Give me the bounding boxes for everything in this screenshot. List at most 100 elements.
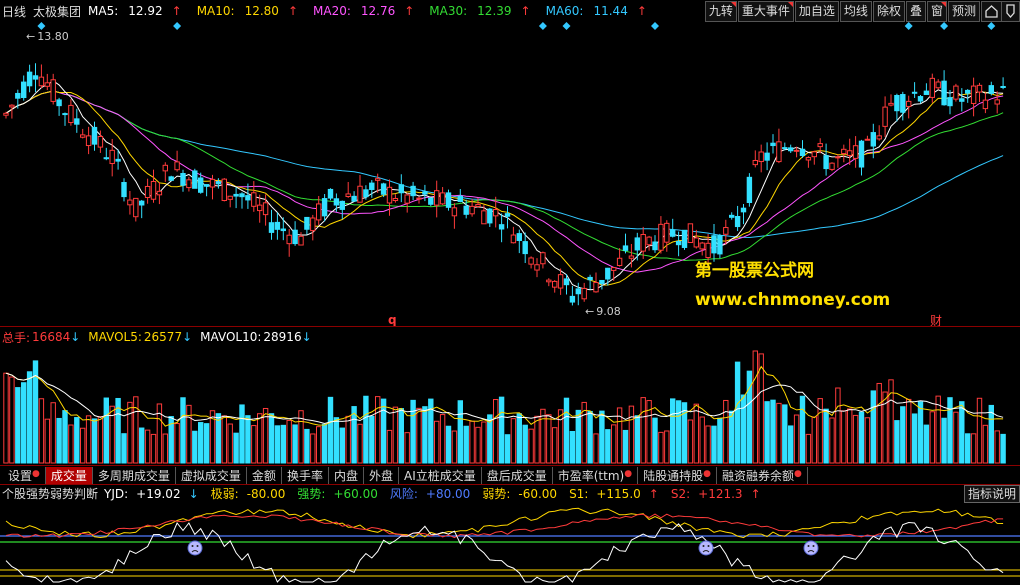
volume-bar xyxy=(80,427,86,464)
volume-chart[interactable] xyxy=(0,345,1020,465)
volume-bar xyxy=(380,398,387,464)
volume-bar xyxy=(369,415,375,464)
candle-body xyxy=(729,214,735,218)
candle-body xyxy=(723,227,729,235)
arrow-up-icon: ↑ xyxy=(636,4,647,18)
candle-body xyxy=(841,148,847,155)
candle-body xyxy=(569,295,576,303)
marker-icon xyxy=(787,2,793,7)
toolbar-button[interactable]: 九转 xyxy=(704,1,737,22)
tab-item[interactable]: 换手率 xyxy=(282,466,329,485)
volume-bar xyxy=(711,425,717,464)
volume-bar xyxy=(729,410,735,464)
ma-label: MA5: xyxy=(88,4,119,18)
dot-icon: ● xyxy=(703,468,711,479)
toolbar-button[interactable]: 加自选 xyxy=(794,1,839,22)
tab-item[interactable]: 设置● xyxy=(0,466,46,485)
volume-bar xyxy=(316,426,322,464)
period-label[interactable]: 日线 xyxy=(2,3,26,20)
volume-bar xyxy=(233,432,239,464)
candle-body xyxy=(546,279,552,283)
volume-bar xyxy=(274,425,281,464)
volume-bar xyxy=(599,410,605,464)
tab-item[interactable]: AI立桩成交量 xyxy=(399,466,482,485)
indicator-readout: 弱势: -60.00 xyxy=(482,487,558,501)
toolbar-button[interactable]: 叠 xyxy=(905,1,926,22)
volume-bar xyxy=(38,398,45,464)
volume-bar xyxy=(575,409,581,464)
volume-header: 总手: 16684 ↓ MAVOL5: 26577 ↓ MAVOL10: 289… xyxy=(2,329,312,345)
toolbar-button[interactable]: 窗 xyxy=(926,1,947,22)
ma-label: MA60: xyxy=(545,4,584,18)
volume-bar xyxy=(681,402,688,464)
candle-body xyxy=(487,208,493,224)
volume-bar xyxy=(652,417,658,464)
volume-bar xyxy=(929,411,935,464)
toolbar-button[interactable]: 预测 xyxy=(947,1,980,22)
tab-item[interactable]: 市盈率(ttm)● xyxy=(553,466,639,485)
toolbar-button[interactable]: 均线 xyxy=(839,1,872,22)
volume-bar xyxy=(841,410,847,464)
ma-readouts: MA5: 12.92 ↑ MA10: 12.80 ↑ MA20: 12.76 ↑ MA30: 12.… xyxy=(88,4,662,18)
tab-item[interactable]: 虚拟成交量 xyxy=(176,466,247,485)
toolbar-button[interactable]: 除权 xyxy=(872,1,905,22)
event-marker-q[interactable]: q xyxy=(388,313,397,327)
candle-body xyxy=(658,223,664,251)
candle-body xyxy=(203,184,210,187)
volume-bar xyxy=(764,401,770,464)
arrow-icon: ↑ xyxy=(648,486,659,501)
candle-body xyxy=(115,158,121,162)
volume-bar xyxy=(245,415,251,464)
candle-body xyxy=(799,148,806,157)
candle-body xyxy=(923,90,930,95)
candle-body xyxy=(640,234,646,252)
tab-item[interactable]: 陆股通持股● xyxy=(638,466,717,485)
volume-bar xyxy=(953,411,959,464)
pin-icon[interactable] xyxy=(1001,1,1020,22)
candle-body xyxy=(906,100,912,107)
candle-body xyxy=(274,221,281,230)
volume-bar xyxy=(180,397,186,464)
volume-bar xyxy=(970,433,977,464)
stock-name: 太极集团 xyxy=(33,4,82,19)
volume-bar xyxy=(321,423,328,464)
candle-body xyxy=(133,197,139,218)
volume-bar xyxy=(192,430,198,464)
tab-item[interactable]: 成交量 xyxy=(45,466,93,485)
volume-bar xyxy=(670,398,676,464)
indicator-readout: S1: +115.0 ↑ xyxy=(569,486,659,501)
tab-item[interactable]: 外盘 xyxy=(364,466,399,485)
indicator-name[interactable]: 个股强势弱势判断 xyxy=(2,485,98,502)
candle-body xyxy=(670,229,676,237)
candle-body xyxy=(764,152,770,161)
tab-item[interactable]: 融资融券余额● xyxy=(717,466,808,485)
mavol5-label: MAVOL5: xyxy=(88,330,142,344)
volume-bar xyxy=(44,418,50,464)
candle-body xyxy=(109,149,115,165)
candlestick-chart[interactable] xyxy=(0,22,1020,332)
candle-body xyxy=(664,222,670,243)
indicator-help-button[interactable]: 指标说明 xyxy=(963,485,1020,503)
home-icon[interactable] xyxy=(981,1,1002,22)
tab-item[interactable]: 内盘 xyxy=(329,466,364,485)
tab-item[interactable]: 盘后成交量 xyxy=(482,466,553,485)
volume-bar xyxy=(386,429,393,464)
candle-body xyxy=(321,198,328,217)
tab-item[interactable]: 金额 xyxy=(247,466,282,485)
tab-item[interactable]: 多周期成交量 xyxy=(93,466,176,485)
candle-body xyxy=(416,197,422,200)
volume-bar xyxy=(770,399,776,464)
toolbar-button[interactable]: 重大事件 xyxy=(737,1,794,22)
volume-bar xyxy=(203,423,210,464)
volume-bar xyxy=(21,382,27,464)
candle-body xyxy=(628,255,635,259)
event-diamond-icon xyxy=(940,22,949,30)
event-diamond-icon xyxy=(651,22,659,30)
candle-body xyxy=(38,76,45,87)
indicator-chart[interactable] xyxy=(0,502,1020,585)
candle-body xyxy=(970,85,977,104)
sad-face-icon xyxy=(698,540,714,556)
candle-body xyxy=(304,216,310,230)
volume-bar xyxy=(634,415,640,464)
volume-bar xyxy=(693,403,699,464)
